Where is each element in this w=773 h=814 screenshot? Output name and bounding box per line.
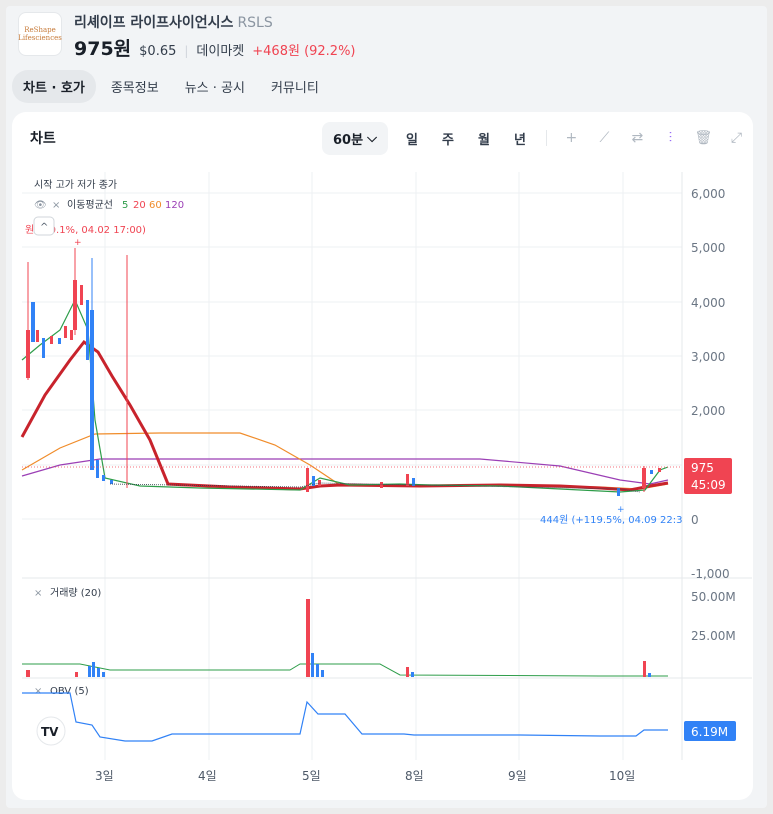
svg-text:4일: 4일 xyxy=(198,769,217,783)
close-icon[interactable]: × xyxy=(34,686,42,697)
tab-news[interactable]: 뉴스 · 공시 xyxy=(174,70,256,103)
ohlc-legend: 시작 고가 저가 종가 xyxy=(34,179,117,191)
price-usd: $0.65 xyxy=(139,44,177,59)
tab-community[interactable]: 커뮤니티 xyxy=(260,70,330,103)
tab-chart[interactable]: 차트 · 호가 xyxy=(12,70,96,103)
price-row: 975원 $0.65 | 데이마켓 +468원 (92.2%) xyxy=(74,34,356,61)
last-price-value: 975 xyxy=(691,461,714,475)
interval-value: 60분 xyxy=(333,132,364,148)
expand-icon[interactable]: ⤢ xyxy=(720,130,753,146)
interval-dropdown[interactable]: 60분 ⌵ xyxy=(322,121,388,155)
svg-text:3일: 3일 xyxy=(95,769,114,783)
ma-5: 5 xyxy=(122,200,128,211)
svg-text:5일: 5일 xyxy=(302,769,321,783)
ma-60: 60 xyxy=(149,200,162,211)
svg-text:2,000: 2,000 xyxy=(691,404,725,418)
price-change: +468원 (92.2%) xyxy=(252,44,356,59)
close-icon[interactable]: × xyxy=(52,200,60,211)
svg-text:-1,000: -1,000 xyxy=(691,567,730,581)
svg-text:5,000: 5,000 xyxy=(691,241,725,255)
svg-text:8일: 8일 xyxy=(405,769,424,783)
draw-line-icon[interactable]: ⟋ xyxy=(588,130,621,146)
stock-header: ReShape Lifesciences 리셰이프 라이프사이언시스 RSLS 9… xyxy=(10,6,750,62)
chevron-up-icon: ^ xyxy=(40,222,48,233)
svg-text:3,000: 3,000 xyxy=(691,350,725,364)
period-week[interactable]: 주 xyxy=(430,129,466,148)
tab-info[interactable]: 종목정보 xyxy=(100,70,170,103)
panel-title: 차트 xyxy=(30,131,56,147)
ma-120: 120 xyxy=(165,200,184,211)
toolbar-divider xyxy=(545,130,547,146)
candle-timer: 45:09 xyxy=(691,478,726,492)
svg-text:6,000: 6,000 xyxy=(691,187,725,201)
ma-legend: 👁 × 이동평균선 5 20 60 120 xyxy=(34,199,184,211)
indicator-icon[interactable]: ⫶ xyxy=(654,130,687,146)
stock-name: 리셰이프 라이프사이언시스 xyxy=(74,15,234,31)
trash-icon[interactable]: 🗑 xyxy=(687,130,720,146)
company-logo: ReShape Lifesciences xyxy=(18,12,62,56)
svg-text:9일: 9일 xyxy=(508,769,527,783)
obv-value: 6.19M xyxy=(691,725,728,739)
crosshair-icon[interactable]: + xyxy=(555,130,588,146)
obv-legend: × OBV (5) xyxy=(34,686,89,697)
eye-icon[interactable]: 👁 xyxy=(34,200,47,211)
ma-20: 20 xyxy=(133,200,146,211)
tradingview-text: TV xyxy=(41,725,59,739)
low-annotation: 444원 (+119.5%, 04.09 22:3 xyxy=(540,514,683,526)
high-marker-icon: + xyxy=(74,238,82,248)
market-label: 데이마켓 xyxy=(196,44,245,59)
svg-text:50.00M: 50.00M xyxy=(691,590,736,604)
svg-text:25.00M: 25.00M xyxy=(691,629,736,643)
volume-label: 거래량 (20) xyxy=(50,587,101,599)
tab-bar: 차트 · 호가 종목정보 뉴스 · 공시 커뮤니티 xyxy=(12,70,330,103)
chevron-down-icon: ⌵ xyxy=(367,130,377,146)
period-day[interactable]: 일 xyxy=(394,129,430,148)
current-price: 975원 xyxy=(74,38,132,60)
svg-text:10일: 10일 xyxy=(609,769,635,783)
low-marker-icon: + xyxy=(617,505,625,515)
period-month[interactable]: 월 xyxy=(466,129,502,148)
ma-label: 이동평균선 xyxy=(67,199,113,211)
divider: | xyxy=(184,44,189,58)
obv-label: OBV (5) xyxy=(50,686,89,697)
period-year[interactable]: 년 xyxy=(502,129,538,148)
stock-title: 리셰이프 라이프사이언시스 RSLS xyxy=(74,12,273,32)
svg-text:4,000: 4,000 xyxy=(691,296,725,310)
close-icon[interactable]: × xyxy=(34,588,42,599)
chart-toolbar: 60분 ⌵ 일 주 월 년 + ⟋ ⇄ ⫶ 🗑 ⤢ xyxy=(322,121,753,155)
chart-panel: 차트 60분 ⌵ 일 주 월 년 + ⟋ ⇄ ⫶ 🗑 ⤢ xyxy=(12,112,753,800)
stock-ticker: RSLS xyxy=(237,15,273,31)
svg-text:0: 0 xyxy=(691,513,699,527)
compare-icon[interactable]: ⇄ xyxy=(621,130,654,146)
